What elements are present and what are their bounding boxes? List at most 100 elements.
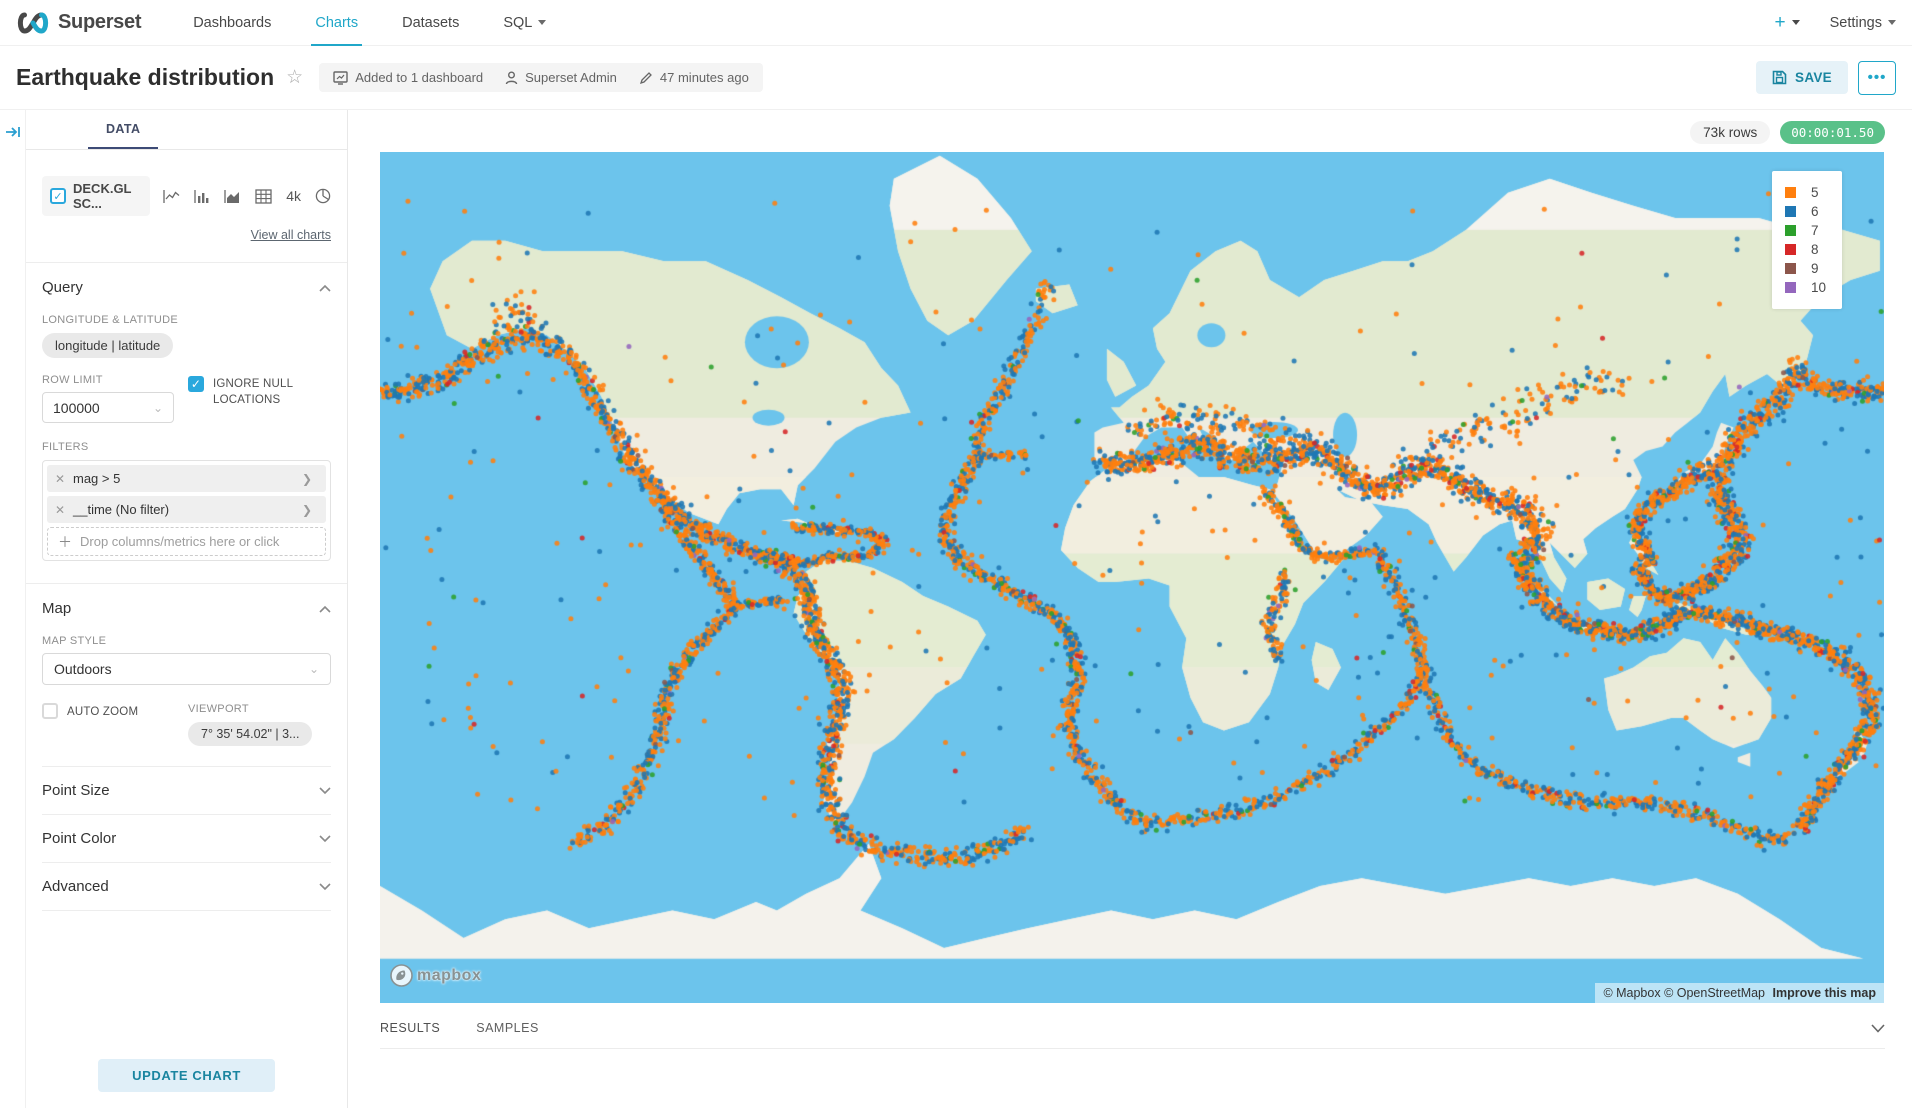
chart-title: Earthquake distribution — [16, 64, 274, 91]
row-limit-label: ROW LIMIT — [42, 374, 188, 386]
viz-4k-option[interactable]: 4k — [286, 188, 301, 204]
superset-logo[interactable]: Superset — [16, 11, 141, 34]
ignore-null-checkbox-row[interactable]: ✓ IGNORE NULL LOCATIONS — [188, 376, 331, 408]
osm-attribution-link[interactable]: © OpenStreetMap — [1664, 986, 1765, 1000]
unchecked-checkbox-icon[interactable] — [42, 703, 58, 719]
dashboard-icon — [333, 71, 348, 85]
tab-samples[interactable]: SAMPLES — [476, 1021, 539, 1035]
user-icon — [505, 71, 518, 85]
viewport-pill[interactable]: 7° 35' 54.02" | 3... — [188, 722, 312, 746]
chevron-up-icon — [319, 605, 331, 613]
filter-chip-mag[interactable]: ✕ mag > 5 ❯ — [47, 465, 326, 492]
checked-checkbox-icon[interactable]: ✓ — [188, 376, 204, 392]
chevron-right-icon: ❯ — [302, 503, 326, 517]
brand-name: Superset — [58, 11, 141, 34]
lonlat-label: LONGITUDE & LATITUDE — [42, 314, 331, 326]
last-modified-meta[interactable]: 47 minutes ago — [639, 70, 749, 85]
legend-swatch-5 — [1785, 187, 1796, 198]
filter-chip-time[interactable]: ✕ __time (No filter) ❯ — [47, 496, 326, 523]
chevron-up-icon — [319, 284, 331, 292]
legend-swatch-10 — [1785, 282, 1796, 293]
legend-swatch-9 — [1785, 263, 1796, 274]
nav-item-datasets[interactable]: Datasets — [384, 0, 477, 46]
deckgl-scatter-map[interactable]: 5 6 7 8 9 — [380, 152, 1884, 1003]
query-duration-badge: 00:00:01.50 — [1780, 121, 1885, 144]
remove-filter-icon[interactable]: ✕ — [47, 472, 73, 486]
dashboards-meta[interactable]: Added to 1 dashboard — [333, 70, 483, 85]
panel-collapse-rail — [0, 110, 26, 1108]
checked-checkbox-icon: ✓ — [50, 188, 66, 204]
chevron-down-icon — [319, 787, 331, 795]
chevron-down-icon: ⌄ — [309, 662, 319, 676]
legend-row: 10 — [1785, 278, 1826, 297]
nav-item-charts[interactable]: Charts — [297, 0, 376, 46]
nav-menu: Dashboards Charts Datasets SQL — [175, 0, 564, 46]
line-chart-icon[interactable] — [163, 189, 180, 204]
map-section-header[interactable]: Map — [42, 584, 331, 617]
save-button[interactable]: SAVE — [1756, 61, 1848, 94]
remove-filter-icon[interactable]: ✕ — [47, 503, 73, 517]
advanced-section-header[interactable]: Advanced — [42, 862, 331, 911]
map-legend: 5 6 7 8 9 — [1772, 171, 1842, 309]
tab-data[interactable]: DATA — [88, 122, 158, 149]
chevron-down-icon — [538, 20, 546, 25]
map-attribution: © Mapbox © OpenStreetMap Improve this ma… — [1595, 983, 1884, 1003]
data-panel: DATA ✓ DECK.GL SC... — [26, 110, 348, 1108]
owner-meta[interactable]: Superset Admin — [505, 70, 617, 85]
viz-type-chip[interactable]: ✓ DECK.GL SC... — [42, 176, 150, 216]
bar-chart-icon[interactable] — [194, 189, 210, 204]
map-style-label: MAP STYLE — [42, 635, 331, 647]
legend-swatch-8 — [1785, 244, 1796, 255]
expand-panel-icon[interactable] — [5, 124, 21, 140]
drop-columns-zone[interactable]: ＋ Drop columns/metrics here or click — [47, 527, 326, 556]
results-bar: RESULTS SAMPLES — [380, 1021, 1885, 1049]
chevron-down-icon — [1888, 20, 1896, 25]
tab-results[interactable]: RESULTS — [380, 1021, 440, 1035]
point-size-section-header[interactable]: Point Size — [42, 766, 331, 814]
improve-map-link[interactable]: Improve this map — [1773, 986, 1877, 1000]
view-all-charts-link[interactable]: View all charts — [251, 228, 331, 242]
chart-meta-bar: Added to 1 dashboard Superset Admin 47 m… — [319, 63, 763, 92]
query-section-header[interactable]: Query — [42, 263, 331, 296]
row-count-badge: 73k rows — [1690, 121, 1770, 144]
top-navbar: Superset Dashboards Charts Datasets SQL … — [0, 0, 1912, 46]
save-disk-icon — [1772, 70, 1787, 85]
new-item-button[interactable]: + — [1774, 12, 1799, 34]
legend-row: 9 — [1785, 259, 1826, 278]
chevron-down-icon — [1792, 20, 1800, 25]
mapbox-logo[interactable]: mapbox — [390, 964, 481, 987]
map-style-select[interactable]: Outdoors ⌄ — [42, 653, 331, 685]
legend-row: 6 — [1785, 202, 1826, 221]
point-color-section-header[interactable]: Point Color — [42, 814, 331, 862]
nav-item-dashboards[interactable]: Dashboards — [175, 0, 289, 46]
panel-tabbar: DATA — [26, 110, 347, 150]
viewport-label: VIEWPORT — [188, 703, 312, 715]
chevron-down-icon — [319, 835, 331, 843]
favorite-star-icon[interactable]: ☆ — [286, 66, 303, 89]
table-icon[interactable] — [255, 189, 272, 204]
legend-swatch-7 — [1785, 225, 1796, 236]
pencil-icon — [639, 71, 653, 85]
filters-box: ✕ mag > 5 ❯ ✕ __time (No filter) ❯ ＋ Dro… — [42, 460, 331, 561]
chart-content: 73k rows 00:00:01.50 5 6 7 — [348, 110, 1912, 1108]
lonlat-pill[interactable]: longitude | latitude — [42, 333, 173, 358]
map-canvas[interactable] — [380, 152, 1884, 1003]
superset-infinity-icon — [16, 12, 50, 34]
update-chart-button[interactable]: UPDATE CHART — [98, 1059, 275, 1092]
legend-row: 7 — [1785, 221, 1826, 240]
pie-chart-icon[interactable] — [315, 188, 331, 204]
more-actions-button[interactable]: ••• — [1858, 61, 1896, 95]
chart-header: Earthquake distribution ☆ Added to 1 das… — [0, 46, 1912, 110]
filters-label: FILTERS — [42, 441, 331, 453]
chevron-down-icon — [319, 883, 331, 891]
mapbox-attribution-link[interactable]: © Mapbox — [1603, 986, 1660, 1000]
row-limit-select[interactable]: 100000 ⌄ — [42, 392, 174, 423]
collapse-results-chevron-icon[interactable] — [1871, 1024, 1885, 1033]
chevron-right-icon: ❯ — [302, 472, 326, 486]
settings-menu[interactable]: Settings — [1830, 15, 1896, 31]
area-chart-icon[interactable] — [224, 189, 241, 204]
legend-row: 8 — [1785, 240, 1826, 259]
nav-item-sql[interactable]: SQL — [485, 0, 564, 46]
chevron-down-icon: ⌄ — [153, 401, 163, 415]
auto-zoom-checkbox-row[interactable]: AUTO ZOOM — [42, 703, 188, 720]
